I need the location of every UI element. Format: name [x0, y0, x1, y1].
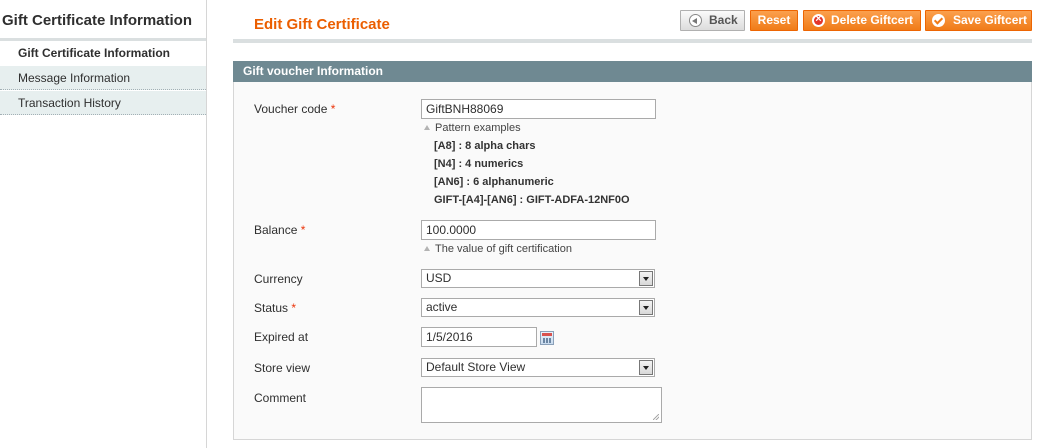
balance-note: The value of gift certification	[424, 243, 572, 255]
expired-at-input[interactable]: 1/5/2016	[421, 327, 537, 347]
back-arrow-icon	[689, 14, 702, 27]
status-label-text: Status	[254, 301, 289, 315]
save-button-label: Save Giftcert	[953, 13, 1028, 27]
status-select[interactable]: active	[421, 298, 655, 317]
sidebar-title: Gift Certificate Information	[2, 12, 193, 29]
pattern-examples-text: Pattern examples	[435, 122, 521, 134]
sidebar-divider	[206, 0, 207, 448]
voucher-code-label-text: Voucher code	[254, 102, 328, 116]
sidebar-item-message-information[interactable]: Message Information	[0, 66, 206, 90]
calendar-icon[interactable]	[540, 331, 554, 345]
comment-label: Comment	[254, 391, 307, 405]
store-view-select-value: Default Store View	[426, 360, 526, 374]
dropdown-arrow-icon[interactable]	[639, 271, 653, 286]
expired-at-label: Expired at	[254, 330, 309, 344]
store-view-label: Store view	[254, 361, 311, 375]
delete-giftcert-button[interactable]: Delete Giftcert	[803, 10, 921, 31]
save-giftcert-button[interactable]: Save Giftcert	[925, 10, 1032, 31]
pattern-example: [A8] : 8 alpha chars	[434, 140, 536, 152]
pattern-example: GIFT-[A4]-[AN6] : GIFT-ADFA-12NF0O	[434, 194, 630, 206]
header-rule	[233, 39, 1032, 43]
pattern-examples-note: Pattern examples	[424, 122, 521, 134]
status-label: Status *	[254, 301, 296, 315]
required-mark: *	[330, 102, 336, 116]
note-triangle-icon	[424, 125, 430, 130]
currency-select-value: USD	[426, 271, 452, 285]
page-title: Edit Gift Certificate	[254, 16, 390, 33]
pattern-example: [AN6] : 6 alphanumeric	[434, 176, 554, 188]
currency-label: Currency	[254, 272, 303, 286]
comment-textarea[interactable]	[421, 387, 662, 423]
store-view-select[interactable]: Default Store View	[421, 358, 655, 377]
checkmark-icon	[932, 14, 945, 27]
currency-select[interactable]: USD	[421, 269, 655, 288]
dropdown-arrow-icon[interactable]	[639, 300, 653, 315]
sidebar-item-transaction-history[interactable]: Transaction History	[0, 91, 206, 115]
note-triangle-icon	[424, 246, 430, 251]
balance-note-text: The value of gift certification	[435, 243, 572, 255]
resize-grip-icon[interactable]	[653, 414, 659, 420]
balance-input[interactable]: 100.0000	[421, 220, 656, 240]
fieldset-legend: Gift voucher Information	[233, 61, 1032, 82]
balance-label: Balance *	[254, 223, 305, 237]
delete-icon	[812, 10, 825, 29]
dropdown-arrow-icon[interactable]	[639, 360, 653, 375]
reset-button[interactable]: Reset	[750, 10, 798, 31]
back-button[interactable]: Back	[680, 10, 745, 31]
voucher-code-label: Voucher code *	[254, 102, 335, 116]
pattern-example: [N4] : 4 numerics	[434, 158, 524, 170]
voucher-code-input[interactable]: GiftBNH88069	[421, 99, 656, 119]
required-mark: *	[291, 301, 297, 315]
balance-label-text: Balance	[254, 223, 298, 237]
status-select-value: active	[426, 300, 458, 314]
back-button-label: Back	[709, 13, 738, 27]
sidebar-item-gift-certificate-information[interactable]: Gift Certificate Information	[0, 41, 206, 65]
sidebar: Gift Certificate Information Gift Certif…	[0, 0, 207, 448]
delete-button-label: Delete Giftcert	[831, 13, 914, 27]
required-mark: *	[300, 223, 306, 237]
